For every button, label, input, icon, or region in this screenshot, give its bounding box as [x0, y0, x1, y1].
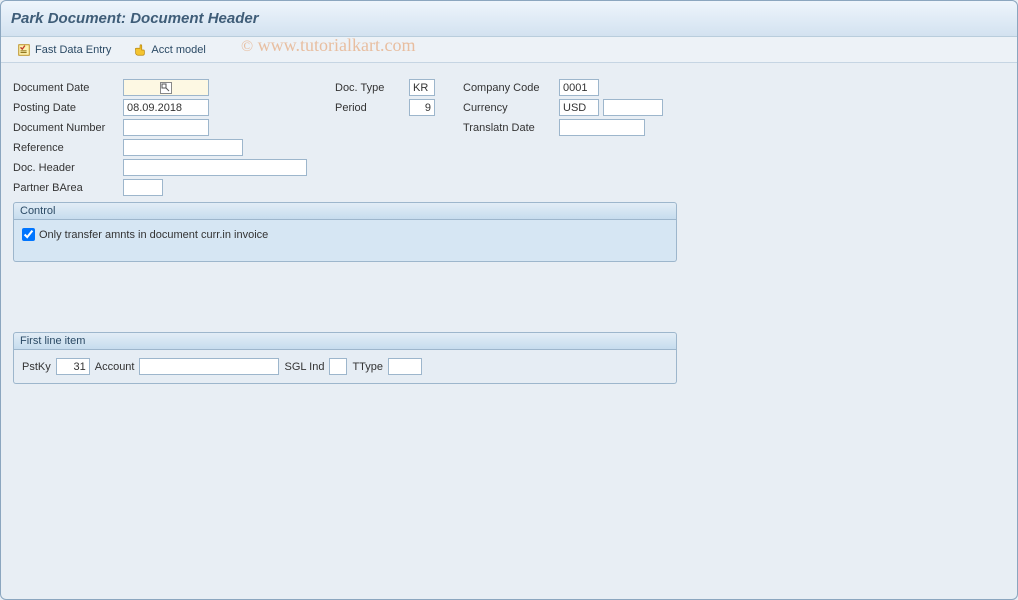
- fast-data-entry-button[interactable]: Fast Data Entry: [11, 41, 117, 59]
- period-label: Period: [335, 102, 405, 114]
- hand-point-icon: [133, 43, 147, 57]
- company-code-field[interactable]: [559, 79, 599, 96]
- checklist-icon: [17, 43, 31, 57]
- translatn-date-label: Translatn Date: [463, 122, 555, 134]
- control-group: Control Only transfer amnts in document …: [13, 202, 677, 262]
- sgl-ind-label: SGL Ind: [284, 361, 324, 373]
- partner-barea-field[interactable]: [123, 179, 163, 196]
- acct-model-button[interactable]: Acct model: [127, 41, 211, 59]
- reference-label: Reference: [13, 142, 119, 154]
- document-number-label: Document Number: [13, 122, 119, 134]
- first-line-item-group: First line item PstKy Account SGL Ind TT…: [13, 332, 677, 384]
- sgl-ind-field[interactable]: [329, 358, 347, 375]
- content-area: Document Date Posting Date Document Numb…: [1, 63, 1017, 392]
- company-code-label: Company Code: [463, 82, 555, 94]
- toolbar: Fast Data Entry Acct model: [1, 37, 1017, 63]
- account-field[interactable]: [139, 358, 279, 375]
- search-help-icon[interactable]: [160, 82, 172, 94]
- form-column-right: Company Code Currency Translatn Date: [463, 79, 663, 196]
- currency-label: Currency: [463, 102, 555, 114]
- translatn-date-field: [559, 119, 645, 136]
- period-field[interactable]: [409, 99, 435, 116]
- account-label: Account: [95, 361, 135, 373]
- first-line-item-body: PstKy Account SGL Ind TType: [13, 350, 677, 384]
- doc-header-label: Doc. Header: [13, 162, 119, 174]
- control-group-body: Only transfer amnts in document curr.in …: [13, 220, 677, 262]
- posting-date-field[interactable]: [123, 99, 209, 116]
- currency-field[interactable]: [559, 99, 599, 116]
- document-date-label: Document Date: [13, 82, 119, 94]
- pstky-field[interactable]: [56, 358, 90, 375]
- acct-model-label: Acct model: [151, 44, 205, 56]
- control-group-header: Control: [13, 202, 677, 220]
- reference-field[interactable]: [123, 139, 243, 156]
- posting-date-label: Posting Date: [13, 102, 119, 114]
- ttype-field[interactable]: [388, 358, 422, 375]
- currency-rate-field: [603, 99, 663, 116]
- partner-barea-label: Partner BArea: [13, 182, 119, 194]
- document-number-field: [123, 119, 209, 136]
- only-transfer-checkbox[interactable]: [22, 228, 35, 241]
- first-line-item-header: First line item: [13, 332, 677, 350]
- only-transfer-label: Only transfer amnts in document curr.in …: [39, 229, 268, 241]
- doc-type-field[interactable]: [409, 79, 435, 96]
- doc-type-label: Doc. Type: [335, 82, 405, 94]
- pstky-label: PstKy: [22, 361, 51, 373]
- form-column-left: Document Date Posting Date Document Numb…: [13, 79, 307, 196]
- form-columns: Document Date Posting Date Document Numb…: [13, 79, 1005, 196]
- ttype-label: TType: [352, 361, 383, 373]
- form-column-mid: Doc. Type Period: [335, 79, 435, 196]
- page-title: Park Document: Document Header: [11, 10, 259, 27]
- fast-data-entry-label: Fast Data Entry: [35, 44, 111, 56]
- doc-header-field[interactable]: [123, 159, 307, 176]
- document-date-field[interactable]: [123, 79, 209, 96]
- title-bar: Park Document: Document Header: [1, 1, 1017, 37]
